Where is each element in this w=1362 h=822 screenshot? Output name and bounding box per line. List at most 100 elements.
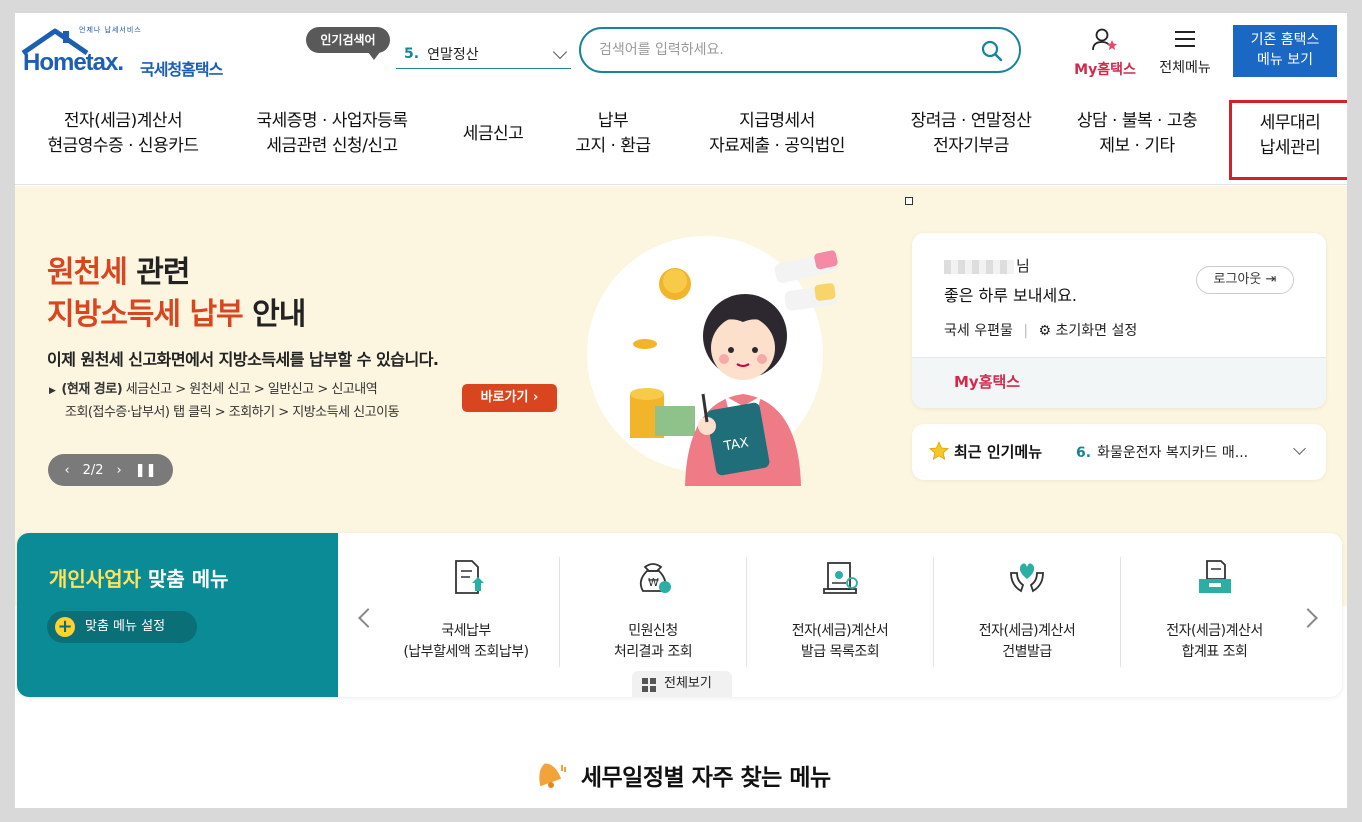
gear-icon: ⚙ <box>1038 323 1052 339</box>
gnb-e-invoice[interactable]: 전자(세금)계산서 현금영수증 · 신용카드 <box>41 109 205 159</box>
search-input[interactable] <box>599 39 969 61</box>
gnb-incentive[interactable]: 장려금 · 연말정산 전자기부금 <box>891 109 1051 159</box>
logout-button[interactable]: 로그아웃 ⇥ <box>1196 266 1294 294</box>
quick-menu-invoice-issue[interactable]: 전자(세금)계산서건별발급 <box>934 557 1121 667</box>
custom-menu-title-rest: 맞춤 메뉴 <box>141 567 229 591</box>
gnb-label: 지급명세서 <box>739 111 815 131</box>
slide-counter: 2/2 <box>82 462 104 478</box>
custom-menu-title-highlight: 개인사업자 <box>49 567 141 591</box>
legacy-line-1: 기존 홈택스 <box>1250 32 1320 48</box>
tax-mailbox-link[interactable]: 국세 우편물 <box>944 323 1013 339</box>
chevron-down-icon <box>552 44 568 60</box>
gnb-label: 국세증명 · 사업자등록 <box>256 111 408 131</box>
quick-menu-civil-request[interactable]: ₩ 민원신청처리결과 조회 <box>560 557 747 667</box>
hometax-logo[interactable]: 언제나 납세서비스 Hometax. 국세청홈택스 <box>19 25 244 79</box>
quick-menu-label: 전자(세금)계산서 <box>978 623 1076 639</box>
gnb-payment-statement[interactable]: 지급명세서 자료제출 · 공익법인 <box>699 109 855 159</box>
all-view-button[interactable]: 전체보기 <box>632 671 732 697</box>
quick-menu-invoice-summary[interactable]: 전자(세금)계산서 합계표 조회 <box>1121 557 1308 667</box>
all-menu-button[interactable]: 전체메뉴 <box>1151 27 1219 77</box>
quick-menu-label: 건별발급 <box>1002 644 1052 660</box>
bell-icon <box>539 763 567 788</box>
all-menu-label: 전체메뉴 <box>1159 60 1211 76</box>
quick-menu-label: 처리결과 조회 <box>613 644 693 660</box>
gnb-label: 전자(세금)계산서 <box>63 111 183 131</box>
popular-menu-text: 화물운전자 복지카드 매... <box>1097 445 1249 461</box>
quick-menu-tax-payment[interactable]: 국세납부 (납부할세액 조회납부) <box>373 557 560 667</box>
gnb-consulting[interactable]: 상담 · 불복 · 고충 제보 · 기타 <box>1069 109 1205 159</box>
user-star-icon <box>1092 28 1117 51</box>
search-icon[interactable] <box>981 40 1003 62</box>
legacy-hometax-button[interactable]: 기존 홈택스 메뉴 보기 <box>1233 25 1337 77</box>
heart-hands-icon <box>1010 563 1044 593</box>
logo-tagline: 언제나 납세서비스 <box>79 26 142 34</box>
recent-popular-menu[interactable]: 최근 인기메뉴 6. 화물운전자 복지카드 매... <box>912 424 1326 480</box>
gnb-payment[interactable]: 납부 고지 · 환급 <box>565 109 661 159</box>
quick-menu-label: 전자(세금)계산서 <box>791 623 889 639</box>
setting-label: 맞춤 메뉴 설정 <box>85 619 166 634</box>
banner-title-red: 지방소득세 납부 <box>47 297 244 332</box>
my-hometax-label: My홈택스 <box>1074 62 1136 78</box>
section-title-text: 세무일정별 자주 찾는 메뉴 <box>580 765 831 791</box>
gnb-label: 납세관리 <box>1259 138 1321 158</box>
greeting: 좋은 하루 보내세요. <box>944 286 1078 305</box>
quick-menu-invoice-list[interactable]: 전자(세금)계산서발급 목록조회 <box>747 557 934 667</box>
logout-icon: ⇥ <box>1265 272 1277 287</box>
plus-icon: + <box>55 617 75 637</box>
popular-search-badge: 인기검색어 <box>306 27 390 60</box>
logout-label: 로그아웃 <box>1213 272 1262 287</box>
path-label: (현재 경로) <box>61 382 123 397</box>
user-name: 님 <box>944 255 1030 276</box>
quick-menu-label: 발급 목록조회 <box>800 644 880 660</box>
svg-text:₩: ₩ <box>648 576 659 589</box>
popular-search-term: 연말정산 <box>427 46 479 63</box>
my-hometax-button[interactable]: My홈택스 <box>1065 27 1145 79</box>
gnb-tax-agent[interactable]: 세무대리 납세관리 <box>1229 100 1347 180</box>
pause-icon[interactable]: ❚❚ <box>135 463 157 478</box>
prev-slide-icon[interactable]: ‹ <box>64 463 69 478</box>
gnb-label: 자료제출 · 공익법인 <box>709 136 845 156</box>
all-view-label: 전체보기 <box>664 676 712 691</box>
gnb-label: 세무대리 <box>1259 113 1321 133</box>
gnb-certificates[interactable]: 국세증명 · 사업자등록 세금관련 신청/신고 <box>243 109 421 159</box>
star-icon <box>929 441 949 461</box>
browser-page: 언제나 납세서비스 Hometax. 국세청홈택스 인기검색어 5. 연말정산 … <box>15 13 1347 808</box>
user-card: 님 좋은 하루 보내세요. 로그아웃 ⇥ 국세 우편물 | ⚙ 초기화면 설정 … <box>912 233 1326 408</box>
section-title: 세무일정별 자주 찾는 메뉴 <box>15 758 1347 792</box>
my-hometax-link[interactable]: My홈택스 <box>954 371 1020 392</box>
banner-path: ▶ (현재 경로) 세금신고 > 원천세 신고 > 일반신고 > 신고내역 조회(… <box>49 379 449 423</box>
name-suffix: 님 <box>1016 257 1030 275</box>
custom-menu-panel: 개인사업자 맞춤 메뉴 + 맞춤 메뉴 설정 국세납부 (납부할세액 조회납부) … <box>17 533 1342 697</box>
home-setting-link[interactable]: 초기화면 설정 <box>1056 323 1138 339</box>
gnb-label: 현금영수증 · 신용카드 <box>47 136 199 156</box>
next-slide-icon[interactable]: › <box>117 463 122 478</box>
chevron-down-icon <box>1293 442 1306 455</box>
masked-name <box>944 259 1014 274</box>
banner-go-button[interactable]: 바로가기 › <box>462 384 557 412</box>
money-bag-icon: ₩ <box>639 563 671 593</box>
banner-title-black: 관련 <box>126 255 190 290</box>
resize-handle[interactable] <box>905 197 913 205</box>
logo-wordmark: Hometax. <box>23 49 124 76</box>
grid-icon <box>642 678 656 692</box>
popular-search-rank: 5. <box>404 45 420 62</box>
custom-menu-title: 개인사업자 맞춤 메뉴 <box>49 563 229 592</box>
popular-menu-title: 최근 인기메뉴 <box>954 443 1043 461</box>
custom-menu-header: 개인사업자 맞춤 메뉴 + 맞춤 메뉴 설정 <box>17 533 338 697</box>
quick-menu-label: 합계표 조회 <box>1181 644 1248 660</box>
custom-menu-setting-button[interactable]: + 맞춤 메뉴 설정 <box>47 611 197 643</box>
gnb-tax-filing[interactable]: 세금신고 <box>455 122 531 147</box>
gnb-label: 고지 · 환급 <box>575 136 651 156</box>
banner-title-black: 안내 <box>242 297 306 332</box>
go-label: 바로가기 <box>480 390 529 405</box>
quick-menu-label: (납부할세액 조회납부) <box>403 644 529 660</box>
hamburger-icon <box>1175 31 1195 47</box>
certificate-icon <box>823 562 858 594</box>
gnb-label: 장려금 · 연말정산 <box>910 111 1032 131</box>
path-text: 세금신고 > 원천세 신고 > 일반신고 > 신고내역 <box>122 382 378 397</box>
logo-korean: 국세청홈택스 <box>140 60 223 79</box>
quick-menu-label: 민원신청 <box>628 623 678 639</box>
popular-search-dropdown[interactable]: 5. 연말정산 <box>396 39 571 69</box>
document-tray-icon <box>1198 560 1231 593</box>
gnb-label: 상담 · 불복 · 고충 <box>1076 111 1198 131</box>
